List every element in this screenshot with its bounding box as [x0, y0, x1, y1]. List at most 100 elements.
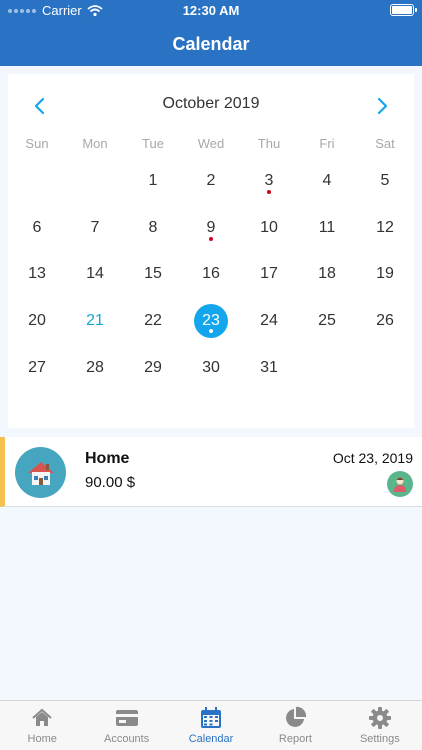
weekday-label: Sat [375, 136, 395, 151]
month-label: October 2019 [162, 95, 260, 112]
weekday-label: Fri [319, 136, 335, 151]
category-avatar [15, 447, 66, 498]
day-number: 17 [260, 265, 278, 283]
tab-settings[interactable]: Settings [338, 701, 422, 750]
calendar-header: October 2019 [8, 90, 414, 120]
day-number: 5 [380, 172, 390, 190]
house-icon [27, 461, 54, 485]
day-number: 25 [318, 312, 336, 330]
person-icon [394, 477, 406, 492]
tab-report[interactable]: Report [253, 701, 337, 750]
day-number: 22 [144, 312, 162, 330]
day-number: 14 [86, 265, 104, 283]
day-cell[interactable]: 20 [8, 298, 66, 345]
day-cell[interactable]: 27 [8, 344, 66, 391]
day-number: 29 [144, 358, 162, 376]
day-number: 27 [28, 358, 46, 376]
weekday-label: Tue [142, 136, 164, 151]
day-number: 1 [148, 172, 158, 190]
day-number: 31 [260, 358, 278, 376]
transaction-row[interactable]: Home 90.00 $ Oct 23, 2019 [0, 437, 422, 507]
event-marker-dot [209, 236, 213, 241]
transaction-amount: 90.00 $ [85, 474, 136, 491]
tab-calendar-label: Calendar [188, 733, 234, 745]
battery-icon [390, 4, 417, 16]
day-cell[interactable]: 28 [66, 344, 124, 391]
tab-bar: Home Accounts Calendar Report Settings [0, 700, 422, 750]
day-cell[interactable]: 1 [124, 158, 182, 205]
day-cell[interactable]: 31 [240, 344, 298, 391]
day-number: 4 [322, 172, 332, 190]
day-number: 6 [32, 218, 42, 236]
day-number: 21 [86, 312, 104, 330]
day-cell[interactable]: 26 [356, 298, 414, 345]
tab-settings-label: Settings [359, 733, 400, 745]
day-cell[interactable]: 18 [298, 251, 356, 298]
day-cell[interactable]: 23 [182, 298, 240, 345]
clock: 12:30 AM [182, 3, 240, 18]
empty-day-cell [8, 158, 66, 205]
day-cell[interactable]: 6 [8, 205, 66, 252]
event-marker-dot [267, 190, 271, 194]
day-number: 20 [28, 312, 46, 330]
tab-home[interactable]: Home [0, 701, 84, 750]
weekday-label: Thu [257, 136, 281, 151]
user-avatar [387, 471, 413, 497]
credit-card-icon [115, 710, 138, 726]
day-cell[interactable]: 24 [240, 298, 298, 345]
tab-accounts-label: Accounts [103, 733, 150, 745]
day-cell[interactable]: 16 [182, 251, 240, 298]
day-number: 12 [376, 218, 394, 236]
transaction-title: Home [85, 450, 130, 467]
day-number: 16 [202, 265, 220, 283]
day-cell[interactable]: 3 [240, 158, 298, 205]
day-number: 3 [264, 172, 274, 190]
day-cell[interactable]: 15 [124, 251, 182, 298]
day-cell[interactable]: 21 [66, 298, 124, 345]
calendar-card: October 2019 Sun Mon Tue Wed Thu Fri Sat 12345… [8, 74, 414, 428]
page-title: Calendar [172, 33, 250, 54]
empty-day-cell [66, 158, 124, 205]
day-number: 18 [318, 265, 336, 283]
status-bar: Carrier 12:30 AM [0, 0, 422, 22]
day-cell[interactable]: 2 [182, 158, 240, 205]
gear-icon [368, 707, 391, 729]
day-cell[interactable]: 10 [240, 205, 298, 252]
day-cell[interactable]: 12 [356, 205, 414, 252]
event-marker-dot [209, 328, 213, 333]
day-cell[interactable]: 22 [124, 298, 182, 345]
day-cell[interactable]: 8 [124, 205, 182, 252]
day-cell[interactable]: 19 [356, 251, 414, 298]
day-cell[interactable]: 4 [298, 158, 356, 205]
day-cell[interactable]: 13 [8, 251, 66, 298]
day-cell[interactable]: 17 [240, 251, 298, 298]
tab-accounts[interactable]: Accounts [84, 701, 168, 750]
home-icon [32, 708, 52, 726]
day-cell[interactable]: 29 [124, 344, 182, 391]
tab-home-label: Home [27, 733, 57, 745]
day-number: 10 [260, 218, 278, 236]
day-number: 26 [376, 312, 394, 330]
day-number: 7 [90, 218, 100, 236]
calendar-icon [201, 707, 222, 728]
day-cell[interactable]: 11 [298, 205, 356, 252]
day-cell[interactable]: 9 [182, 205, 240, 252]
day-cell[interactable]: 25 [298, 298, 356, 345]
day-cell[interactable]: 14 [66, 251, 124, 298]
day-number: 19 [376, 265, 394, 283]
weekday-label: Sun [25, 136, 49, 151]
next-month-chevron-icon[interactable] [372, 96, 392, 116]
weekday-header-row: Sun Mon Tue Wed Thu Fri Sat [8, 136, 414, 151]
day-number: 8 [148, 218, 158, 236]
day-number: 11 [318, 218, 336, 236]
day-cell[interactable]: 7 [66, 205, 124, 252]
tab-calendar[interactable]: Calendar [169, 701, 253, 750]
day-number: 9 [206, 218, 216, 236]
day-cell[interactable]: 30 [182, 344, 240, 391]
weekday-label: Mon [82, 136, 108, 151]
day-number: 13 [28, 265, 46, 283]
day-number: 2 [206, 172, 216, 190]
pie-chart-icon [286, 706, 307, 727]
day-cell[interactable]: 5 [356, 158, 414, 205]
day-number: 28 [86, 358, 104, 376]
